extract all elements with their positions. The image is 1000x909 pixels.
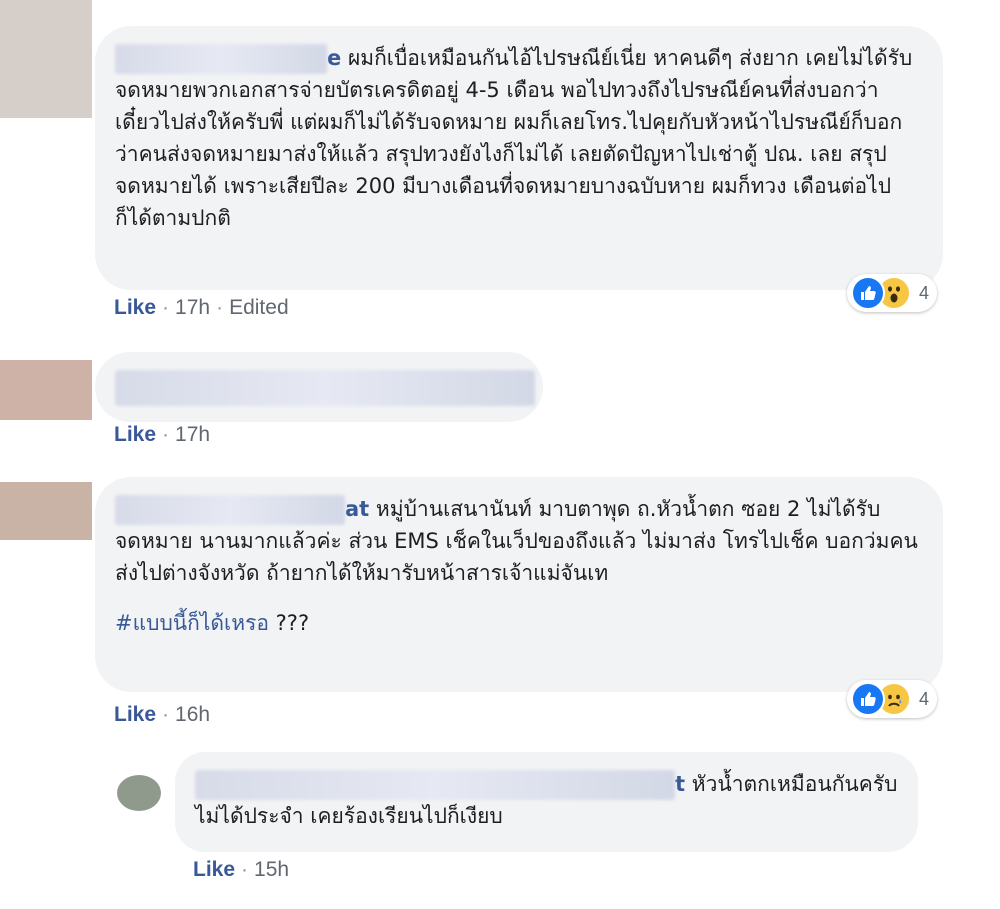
like-reaction-icon [851,276,885,310]
commenter-name-blurred[interactable] [115,495,345,525]
reaction-count: 4 [919,282,930,303]
timestamp[interactable]: 17h [175,296,210,319]
timestamp[interactable]: 15h [254,858,289,881]
comment-blurred-content [115,370,535,406]
avatar[interactable] [0,482,92,540]
separator-dot: · [216,296,224,319]
separator-dot: · [162,423,170,446]
commenter-name[interactable]: e [327,46,341,70]
reply-bubble: t หัวน้ำตกเหมือนกันครับ ไม่ได้ประจำ เคยร… [175,752,918,852]
avatar[interactable] [0,0,92,118]
comment-text-block: e ผมก็เบื่อเหมือนกันไอ้ไปรษณีย์เนี่ย หาค… [115,42,923,234]
like-reaction-icon [851,682,885,716]
reaction-count: 4 [919,688,930,709]
reaction-summary[interactable]: 4 [847,274,938,312]
reply-meta: Like · 15h [193,858,289,882]
comment-text-block: at หมู่บ้านเสนานันท์ มาบตาพุด ถ.หัวน้ำตก… [115,493,923,589]
hashtag-suffix: ??? [268,611,310,635]
comment-bubble: e ผมก็เบื่อเหมือนกันไอ้ไปรษณีย์เนี่ย หาค… [95,26,943,290]
comment-bubble: at หมู่บ้านเสนานันท์ มาบตาพุด ถ.หัวน้ำตก… [95,477,943,692]
commenter-name[interactable]: t [675,772,685,796]
commenter-name[interactable]: at [345,497,369,521]
comment-meta: Like · 17h [114,423,210,447]
comment-bubble [95,352,543,422]
commenter-name-blurred[interactable] [195,770,675,800]
commenter-name-blurred[interactable] [115,44,327,74]
like-link[interactable]: Like [193,858,235,881]
reaction-summary[interactable]: 4 [847,680,938,718]
separator-dot: · [241,858,249,881]
like-link[interactable]: Like [114,296,156,319]
timestamp[interactable]: 17h [175,423,210,446]
separator-dot: · [162,703,170,726]
comment-meta: Like · 16h [114,703,210,727]
hashtag-link[interactable]: #แบบนี้ก็ได้เหรอ [115,611,269,635]
like-link[interactable]: Like [114,703,156,726]
edited-label[interactable]: Edited [229,296,289,319]
reply-avatar[interactable] [117,775,161,811]
reply-text-block: t หัวน้ำตกเหมือนกันครับ ไม่ได้ประจำ เคยร… [195,768,898,832]
separator-dot: · [162,296,170,319]
comment-meta: Like · 17h · Edited [114,296,289,320]
like-link[interactable]: Like [114,423,156,446]
avatar[interactable] [0,360,92,420]
comment-hashtag-line: #แบบนี้ก็ได้เหรอ ??? [115,607,923,639]
timestamp[interactable]: 16h [175,703,210,726]
